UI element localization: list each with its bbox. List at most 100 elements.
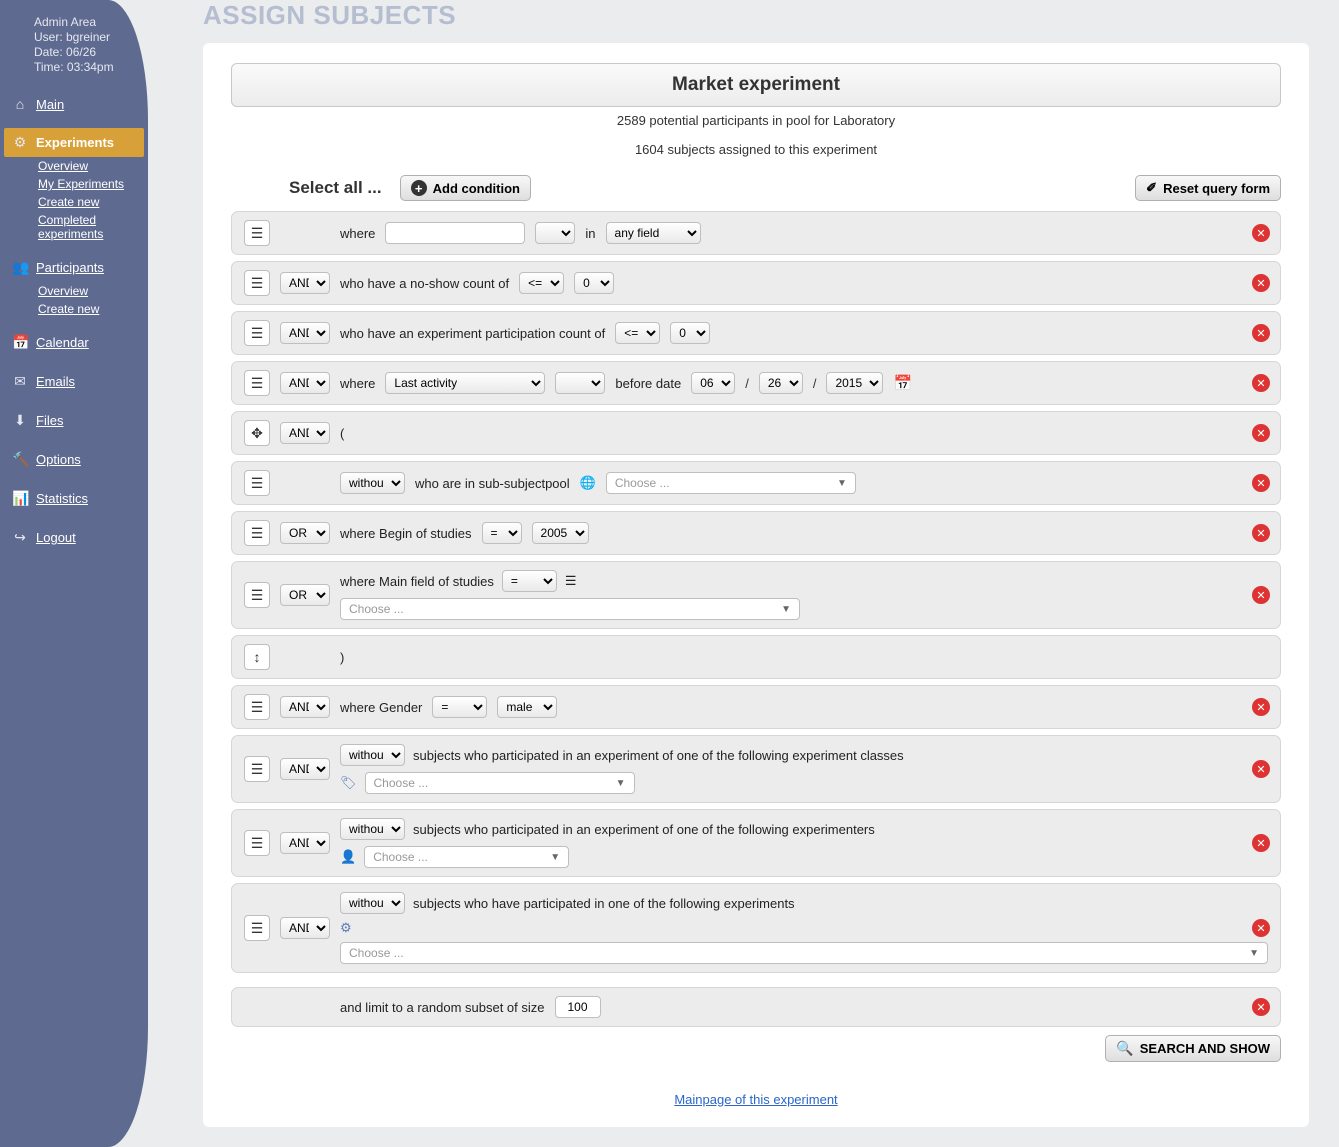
c12-choose[interactable]: Choose ...▼ xyxy=(340,942,1268,964)
nav-experiments[interactable]: ⚙ Experiments xyxy=(4,128,144,157)
nav-exp-create[interactable]: Create new xyxy=(0,193,148,211)
nav-exp-completed[interactable]: Completed experiments xyxy=(0,211,148,243)
c9-val-select[interactable]: male xyxy=(497,696,557,718)
condition-row-8: ↕ ) xyxy=(231,635,1281,679)
limit-input[interactable] xyxy=(555,996,601,1018)
pool-info: 2589 potential participants in pool for … xyxy=(231,113,1281,128)
nav-experiments-label: Experiments xyxy=(36,135,114,150)
delete-condition-button[interactable]: ✕ xyxy=(1252,998,1270,1016)
logic-select[interactable]: AND xyxy=(280,422,330,444)
c12-without-select[interactable]: without xyxy=(340,892,405,914)
delete-condition-button[interactable]: ✕ xyxy=(1252,760,1270,778)
condition-row-7: ☰ OR where Main field of studies = ☰ Cho… xyxy=(231,561,1281,629)
nav-emails[interactable]: ✉Emails xyxy=(0,367,148,396)
c5-without-select[interactable]: without xyxy=(340,472,405,494)
logic-select[interactable]: AND xyxy=(280,272,330,294)
logic-select[interactable]: AND xyxy=(280,322,330,344)
logic-select[interactable]: OR xyxy=(280,584,330,606)
c2-val-select[interactable]: 0 xyxy=(670,322,710,344)
logic-select[interactable]: OR xyxy=(280,522,330,544)
drag-handle[interactable]: ☰ xyxy=(244,756,270,782)
delete-condition-button[interactable]: ✕ xyxy=(1252,274,1270,292)
reset-query-button[interactable]: ✐ Reset query form xyxy=(1135,175,1281,201)
nav-files[interactable]: ⬇Files xyxy=(0,406,148,435)
c10-choose[interactable]: Choose ...▼ xyxy=(365,772,635,794)
c11-choose[interactable]: Choose ...▼ xyxy=(364,846,569,868)
drag-handle[interactable]: ☰ xyxy=(244,830,270,856)
nav-logout[interactable]: ↪Logout xyxy=(0,523,148,552)
delete-condition-button[interactable]: ✕ xyxy=(1252,224,1270,242)
c7-text: where Main field of studies xyxy=(340,574,494,589)
nav-calendar[interactable]: 📅Calendar xyxy=(0,328,148,357)
nav-exp-overview[interactable]: Overview xyxy=(0,157,148,175)
drag-handle[interactable]: ✥ xyxy=(244,420,270,446)
mainpage-link[interactable]: Mainpage of this experiment xyxy=(674,1092,837,1107)
drag-handle[interactable]: ↕ xyxy=(244,644,270,670)
c9-op-select[interactable]: = xyxy=(432,696,487,718)
condition-row-9: ☰ AND where Gender = male ✕ xyxy=(231,685,1281,729)
drag-handle[interactable]: ☰ xyxy=(244,694,270,720)
search-and-show-button[interactable]: 🔍 SEARCH AND SHOW xyxy=(1105,1035,1281,1062)
c6-op-select[interactable]: = xyxy=(482,522,522,544)
nav-participants[interactable]: 👥 Participants xyxy=(0,253,148,282)
c0-op-select[interactable] xyxy=(535,222,575,244)
gear-icon: ⚙ xyxy=(12,134,28,151)
drag-handle[interactable]: ☰ xyxy=(244,220,270,246)
c5-choose[interactable]: Choose ...▼ xyxy=(606,472,856,494)
logic-select[interactable]: AND xyxy=(280,758,330,780)
c3-op-select[interactable] xyxy=(555,372,605,394)
calendar-picker-icon[interactable]: 📅 xyxy=(893,374,912,392)
delete-condition-button[interactable]: ✕ xyxy=(1252,424,1270,442)
nav-part-overview[interactable]: Overview xyxy=(0,282,148,300)
c11-without-select[interactable]: without xyxy=(340,818,405,840)
condition-row-5: ☰ without who are in sub-subjectpool 🌐 C… xyxy=(231,461,1281,505)
c3-month-select[interactable]: 06 xyxy=(691,372,735,394)
logic-select[interactable]: AND xyxy=(280,832,330,854)
drag-handle[interactable]: ☰ xyxy=(244,320,270,346)
c7-op-select[interactable]: = xyxy=(502,570,557,592)
c8-close: ) xyxy=(340,650,344,665)
admin-area-label: Admin Area xyxy=(34,15,138,29)
c0-value-input[interactable] xyxy=(385,222,525,244)
drag-handle[interactable]: ☰ xyxy=(244,582,270,608)
nav-exp-completed-label: Completed experiments xyxy=(38,213,103,241)
delete-condition-button[interactable]: ✕ xyxy=(1252,919,1270,937)
delete-condition-button[interactable]: ✕ xyxy=(1252,474,1270,492)
condition-row-10: ☰ AND without subjects who participated … xyxy=(231,735,1281,803)
delete-condition-button[interactable]: ✕ xyxy=(1252,586,1270,604)
c2-op-select[interactable]: <= xyxy=(615,322,660,344)
nav-exp-my[interactable]: My Experiments xyxy=(0,175,148,193)
delete-condition-button[interactable]: ✕ xyxy=(1252,324,1270,342)
c7-choose[interactable]: Choose ...▼ xyxy=(340,598,800,620)
c3-day-select[interactable]: 26 xyxy=(759,372,803,394)
sidebar: Admin Area User: bgreiner Date: 06/26 Ti… xyxy=(0,0,148,1147)
drag-handle[interactable]: ☰ xyxy=(244,520,270,546)
c1-op-select[interactable]: <= xyxy=(519,272,564,294)
delete-condition-button[interactable]: ✕ xyxy=(1252,834,1270,852)
delete-condition-button[interactable]: ✕ xyxy=(1252,524,1270,542)
drag-handle[interactable]: ☰ xyxy=(244,370,270,396)
nav-part-create[interactable]: Create new xyxy=(0,300,148,318)
nav-statistics-label: Statistics xyxy=(36,491,88,506)
drag-handle[interactable]: ☰ xyxy=(244,915,270,941)
c3-year-select[interactable]: 2015 xyxy=(826,372,883,394)
c3-field-select[interactable]: Last activity xyxy=(385,372,545,394)
condition-row-12: ☰ AND without subjects who have particip… xyxy=(231,883,1281,973)
add-condition-button[interactable]: + Add condition xyxy=(400,175,531,201)
delete-condition-button[interactable]: ✕ xyxy=(1252,698,1270,716)
c1-val-select[interactable]: 0 xyxy=(574,272,614,294)
c10-without-select[interactable]: without xyxy=(340,744,405,766)
c6-year-select[interactable]: 2005 xyxy=(532,522,589,544)
nav-statistics[interactable]: 📊Statistics xyxy=(0,484,148,513)
logic-select[interactable]: AND xyxy=(280,372,330,394)
delete-condition-button[interactable]: ✕ xyxy=(1252,374,1270,392)
drag-handle[interactable]: ☰ xyxy=(244,470,270,496)
nav-options[interactable]: 🔨Options xyxy=(0,445,148,474)
drag-handle[interactable]: ☰ xyxy=(244,270,270,296)
nav-main[interactable]: ⌂ Main xyxy=(0,90,148,118)
condition-row-6: ☰ OR where Begin of studies = 2005 ✕ xyxy=(231,511,1281,555)
logic-select[interactable]: AND xyxy=(280,917,330,939)
c0-field-select[interactable]: any field xyxy=(606,222,701,244)
content-card: Market experiment 2589 potential partici… xyxy=(203,43,1309,1127)
logic-select[interactable]: AND xyxy=(280,696,330,718)
